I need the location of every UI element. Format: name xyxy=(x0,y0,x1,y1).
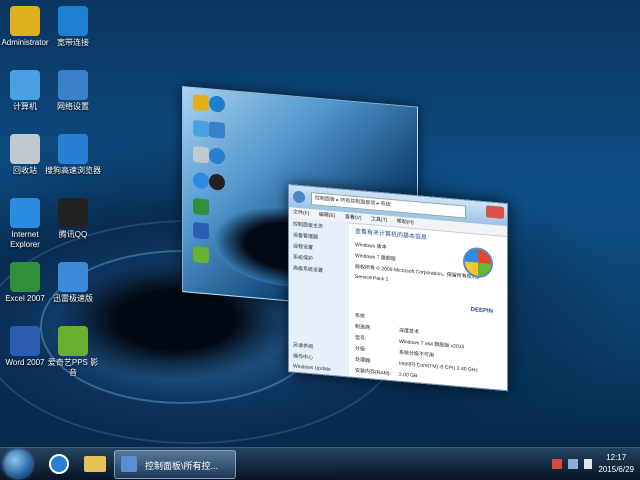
desktop-icon[interactable]: 搜狗高速浏览器 xyxy=(44,134,102,176)
control-panel-icon xyxy=(121,456,137,472)
system-info-key: 制造商: xyxy=(355,323,372,332)
window-main: 查看有关计算机的基本信息 Windows 版本 Windows 7 旗舰版 版权… xyxy=(351,223,501,392)
sidebar-link-device-manager[interactable]: 设备管理器 xyxy=(293,231,345,243)
qq-penguin-icon xyxy=(58,198,88,228)
menu-item[interactable]: 帮助(H) xyxy=(397,219,414,226)
menu-item[interactable]: 工具(T) xyxy=(371,216,387,223)
mini-network-settings-icon xyxy=(209,121,225,139)
tray-volume-icon[interactable] xyxy=(584,459,592,469)
sidebar-link-home[interactable]: 控制面板主页 xyxy=(293,220,345,232)
desktop-icon-label: 迅雷极速版 xyxy=(53,294,93,303)
desktop-icon[interactable]: 腾讯QQ xyxy=(44,198,102,240)
network-settings-icon xyxy=(58,70,88,100)
tray-flag-icon[interactable] xyxy=(552,459,562,469)
system-info-key: 分级: xyxy=(355,345,367,353)
mini-qq-icon xyxy=(209,173,225,191)
ie-icon xyxy=(10,198,40,228)
mini-excel-icon xyxy=(193,197,209,216)
sidebar-link-advanced[interactable]: 高级系统设置 xyxy=(293,264,345,276)
start-orb-button[interactable] xyxy=(4,450,32,478)
menu-item[interactable]: 查看(V) xyxy=(345,214,362,221)
back-button[interactable] xyxy=(293,190,305,204)
desktop-icon-label: 宽带连接 xyxy=(57,38,89,47)
system-info-value: 深度技术 xyxy=(399,327,420,336)
window-sidebar: 控制面板主页 设备管理器 远程设置 系统保护 高级系统设置 另请参阅 操作中心 … xyxy=(289,217,349,384)
desktop: Administrator 宽带连接 计算机 网络设置 回收站 搜狗高速浏览器 Intern… xyxy=(0,0,640,480)
sidebar-link-action-center[interactable]: 操作中心 xyxy=(293,352,345,364)
sogou-icon xyxy=(49,454,69,474)
excel-icon xyxy=(10,262,40,292)
system-info-value: 64 位操作系统 xyxy=(399,382,431,392)
taskbar-task-label: 控制面板\所有控... xyxy=(145,461,219,471)
recycle-bin-icon xyxy=(10,134,40,164)
taskbar-control-panel-button[interactable]: 控制面板\所有控... xyxy=(114,450,236,479)
desktop-icon-label: 爱奇艺PPS 影音 xyxy=(47,358,99,377)
sidebar-link-protection[interactable]: 系统保护 xyxy=(293,253,345,265)
mini-user-icon xyxy=(193,93,209,112)
taskbar: 控制面板\所有控... 12:17 2015/6/29 xyxy=(0,447,640,480)
system-info-key: 处理器: xyxy=(355,356,372,365)
control-panel-window[interactable]: 控制面板 ▸ 所有控制面板项 ▸ 系统 文件(F) 编辑(E) 查看(V) 工具… xyxy=(288,184,508,392)
system-info-key: 型号: xyxy=(355,334,367,342)
desktop-icon[interactable]: 宽带连接 xyxy=(44,6,102,48)
user-folder-icon xyxy=(10,6,40,36)
sogou-browser-icon xyxy=(58,134,88,164)
desktop-icon[interactable]: 爱奇艺PPS 影音 xyxy=(44,326,102,378)
pps-icon xyxy=(58,326,88,356)
desktop-icon[interactable]: 网络设置 xyxy=(44,70,102,112)
mini-word-icon xyxy=(193,221,209,240)
mini-ie-icon xyxy=(193,171,209,190)
mini-pps-icon xyxy=(193,245,209,264)
sidebar-link-windows-update[interactable]: Windows Update xyxy=(293,363,345,374)
taskbar-explorer-button[interactable] xyxy=(76,450,114,478)
mini-sogou-icon xyxy=(209,147,225,165)
word-icon xyxy=(10,326,40,356)
desktop-icon-label: 腾讯QQ xyxy=(58,230,88,239)
menu-item[interactable]: 文件(F) xyxy=(293,209,309,216)
desktop-icon[interactable]: 迅雷极速版 xyxy=(44,262,102,304)
folder-icon xyxy=(84,456,106,472)
thunder-bird-icon xyxy=(58,262,88,292)
menu-item[interactable]: 编辑(E) xyxy=(319,212,336,219)
tray-clock[interactable]: 12:17 2015/6/29 xyxy=(598,452,634,476)
sidebar-link-remote[interactable]: 远程设置 xyxy=(293,242,345,254)
system-info-key: 安装内存(RAM): xyxy=(355,367,391,377)
taskbar-sogou-button[interactable] xyxy=(40,450,78,478)
network-connect-icon xyxy=(58,6,88,36)
clock-time: 12:17 xyxy=(606,453,627,462)
close-button[interactable] xyxy=(486,205,504,219)
computer-icon xyxy=(10,70,40,100)
desktop-icon-label: 搜狗高速浏览器 xyxy=(45,166,101,175)
mini-recycle-bin-icon xyxy=(193,145,209,164)
system-info-value: 2.00 GB xyxy=(399,371,418,380)
system-info-value: 系统分级不可用 xyxy=(399,349,435,359)
tray-network-icon[interactable] xyxy=(568,459,578,469)
sidebar-see-also: 另请参阅 xyxy=(293,342,314,351)
clock-date: 2015/6/29 xyxy=(598,465,634,474)
mini-computer-icon xyxy=(193,119,209,138)
desktop-icon-label: 网络设置 xyxy=(57,102,89,111)
mini-network-icon xyxy=(209,95,225,113)
